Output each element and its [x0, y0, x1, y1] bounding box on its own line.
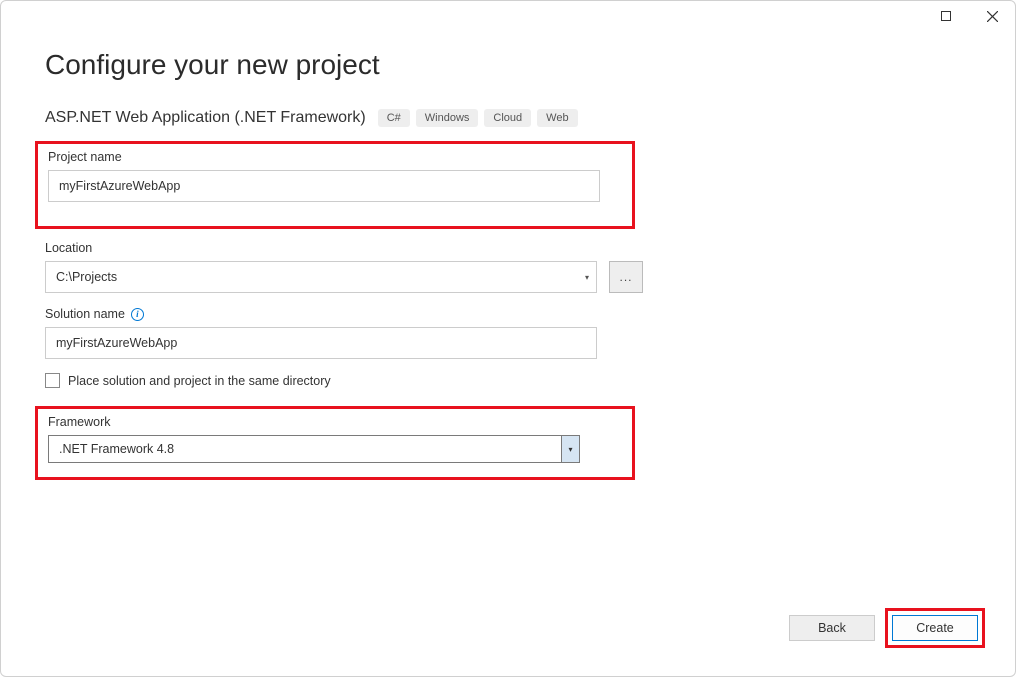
create-button-highlight: Create [885, 608, 985, 648]
same-directory-label: Place solution and project in the same d… [68, 374, 331, 388]
project-name-label: Project name [48, 150, 622, 164]
same-directory-checkbox[interactable] [45, 373, 60, 388]
location-combo[interactable]: C:\Projects ▾ [45, 261, 597, 293]
chevron-down-icon: ▾ [561, 436, 579, 462]
tag-csharp: C# [378, 109, 410, 127]
location-value: C:\Projects [46, 270, 578, 284]
info-icon[interactable]: i [131, 308, 144, 321]
tag-windows: Windows [416, 109, 479, 127]
project-template-name: ASP.NET Web Application (.NET Framework) [45, 109, 366, 127]
create-button[interactable]: Create [892, 615, 978, 641]
close-button[interactable] [969, 1, 1015, 31]
framework-highlight: Framework .NET Framework 4.8 ▾ [35, 406, 635, 480]
back-button[interactable]: Back [789, 615, 875, 641]
tag-cloud: Cloud [484, 109, 531, 127]
project-name-highlight: Project name [35, 141, 635, 229]
solution-name-input[interactable] [45, 327, 597, 359]
framework-combo[interactable]: .NET Framework 4.8 ▾ [48, 435, 580, 463]
location-label: Location [45, 241, 971, 255]
solution-name-label: Solution name i [45, 307, 971, 321]
framework-label: Framework [48, 415, 622, 429]
chevron-down-icon: ▾ [578, 273, 596, 282]
template-tags: C# Windows Cloud Web [378, 109, 578, 127]
tag-web: Web [537, 109, 577, 127]
browse-button[interactable]: ... [609, 261, 643, 293]
framework-value: .NET Framework 4.8 [49, 436, 561, 462]
page-title: Configure your new project [45, 49, 971, 81]
maximize-button[interactable] [923, 1, 969, 31]
project-name-input[interactable] [48, 170, 600, 202]
